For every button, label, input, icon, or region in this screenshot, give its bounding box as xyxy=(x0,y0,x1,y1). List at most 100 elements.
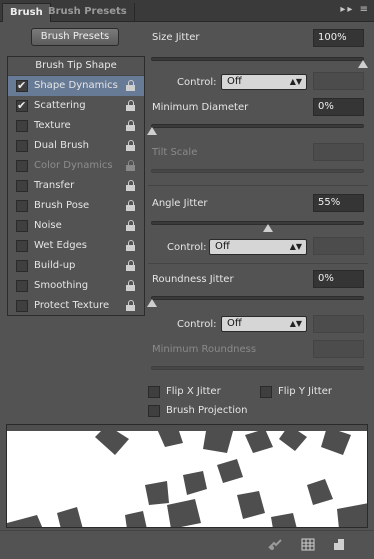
lock-icon xyxy=(126,160,136,172)
wet-edges-label: Wet Edges xyxy=(34,240,87,251)
stroke-preview-graphic xyxy=(7,425,367,527)
noise-label: Noise xyxy=(34,220,62,231)
list-item-dual-brush[interactable]: Dual Brush xyxy=(8,136,144,156)
color-dynamics-label: Color Dynamics xyxy=(34,160,113,171)
transfer-checkbox[interactable] xyxy=(16,180,28,192)
minimum-diameter-value[interactable]: 0% xyxy=(313,98,364,116)
lock-icon[interactable] xyxy=(126,220,136,232)
list-item-protect-texture[interactable]: Protect Texture xyxy=(8,296,144,316)
color-dynamics-checkbox xyxy=(16,160,28,172)
lock-icon[interactable] xyxy=(126,180,136,192)
size-control-label: Control: xyxy=(177,77,217,88)
divider xyxy=(148,263,368,264)
brush-stroke-preview xyxy=(6,424,368,528)
list-item-brush-pose[interactable]: Brush Pose xyxy=(8,196,144,216)
brush-visibility-icon[interactable] xyxy=(268,538,282,551)
roundness-control-label: Control: xyxy=(177,319,217,330)
roundness-jitter-value[interactable]: 0% xyxy=(313,270,364,288)
size-jitter-slider[interactable] xyxy=(151,57,368,68)
panel-menu-icon[interactable]: ≡ xyxy=(360,4,370,15)
minimum-roundness-label: Minimum Roundness xyxy=(152,344,257,355)
list-item-scattering[interactable]: Scattering xyxy=(8,96,144,116)
list-item-smoothing[interactable]: Smoothing xyxy=(8,276,144,296)
minimum-diameter-slider[interactable] xyxy=(147,124,364,135)
build-up-label: Build-up xyxy=(34,260,76,271)
lock-icon[interactable] xyxy=(126,280,136,292)
texture-label: Texture xyxy=(34,120,71,131)
lock-icon[interactable] xyxy=(126,240,136,252)
size-control-value: Off xyxy=(227,76,242,87)
angle-control-extra-field xyxy=(313,237,364,255)
dual-brush-checkbox[interactable] xyxy=(16,140,28,152)
roundness-control-extra-field xyxy=(313,315,364,333)
texture-checkbox[interactable] xyxy=(16,120,28,132)
list-item-shape-dynamics[interactable]: Shape Dynamics xyxy=(8,76,144,96)
shape-dynamics-label: Shape Dynamics xyxy=(34,80,118,91)
scattering-label: Scattering xyxy=(34,100,86,111)
roundness-jitter-slider[interactable] xyxy=(147,296,364,307)
brush-settings-list: Brush Tip Shape Shape Dynamics Scattering… xyxy=(7,56,145,316)
lock-icon[interactable] xyxy=(126,200,136,212)
brush-projection-checkbox[interactable] xyxy=(148,405,160,417)
angle-control-value: Off xyxy=(215,241,230,252)
grid-icon[interactable] xyxy=(301,538,315,551)
new-preset-icon[interactable] xyxy=(332,538,346,551)
transfer-label: Transfer xyxy=(34,180,75,191)
list-item-transfer[interactable]: Transfer xyxy=(8,176,144,196)
build-up-checkbox[interactable] xyxy=(16,260,28,272)
minimum-roundness-slider xyxy=(151,366,364,370)
angle-jitter-slider[interactable] xyxy=(151,221,364,232)
lock-icon[interactable] xyxy=(126,100,136,112)
size-control-extra-field xyxy=(313,72,364,90)
lock-icon[interactable] xyxy=(126,80,136,92)
flip-y-checkbox[interactable] xyxy=(260,386,272,398)
protect-texture-checkbox[interactable] xyxy=(16,300,28,312)
brush-pose-label: Brush Pose xyxy=(34,200,90,211)
size-control-select[interactable]: Off ▲▼ xyxy=(221,74,307,90)
scattering-checkbox[interactable] xyxy=(16,96,28,116)
roundness-control-select[interactable]: Off ▲▼ xyxy=(221,316,307,332)
dual-brush-label: Dual Brush xyxy=(34,140,89,151)
tilt-scale-slider xyxy=(151,169,364,173)
chevron-updown-icon: ▲▼ xyxy=(289,319,302,328)
panel-menu[interactable]: ▸▸ ≡ xyxy=(340,4,370,15)
tab-brush-presets[interactable]: Brush Presets xyxy=(41,3,135,22)
angle-jitter-label: Angle Jitter xyxy=(152,198,208,209)
list-item-texture[interactable]: Texture xyxy=(8,116,144,136)
size-jitter-value[interactable]: 100% xyxy=(313,29,364,47)
double-chevron-right-icon[interactable]: ▸▸ xyxy=(340,4,354,15)
brush-presets-button[interactable]: Brush Presets xyxy=(31,28,119,46)
minimum-diameter-label: Minimum Diameter xyxy=(152,102,249,113)
wet-edges-checkbox[interactable] xyxy=(16,240,28,252)
divider xyxy=(148,185,368,186)
list-item-build-up[interactable]: Build-up xyxy=(8,256,144,276)
angle-control-select[interactable]: Off ▲▼ xyxy=(209,239,307,255)
brush-projection-label: Brush Projection xyxy=(166,405,248,416)
list-item-noise[interactable]: Noise xyxy=(8,216,144,236)
list-item-color-dynamics: Color Dynamics xyxy=(8,156,144,176)
list-item-wet-edges[interactable]: Wet Edges xyxy=(8,236,144,256)
lock-icon[interactable] xyxy=(126,120,136,132)
lock-icon[interactable] xyxy=(126,300,136,312)
smoothing-label: Smoothing xyxy=(34,280,89,291)
brush-pose-checkbox[interactable] xyxy=(16,200,28,212)
roundness-jitter-label: Roundness Jitter xyxy=(152,274,234,285)
flip-y-label: Flip Y Jitter xyxy=(278,386,332,397)
lock-icon[interactable] xyxy=(126,140,136,152)
angle-jitter-value[interactable]: 55% xyxy=(313,194,364,212)
minimum-roundness-value xyxy=(313,340,364,358)
tilt-scale-label: Tilt Scale xyxy=(152,147,198,158)
shape-dynamics-checkbox[interactable] xyxy=(16,76,28,96)
noise-checkbox[interactable] xyxy=(16,220,28,232)
minimum-diameter-slider-thumb[interactable] xyxy=(147,127,157,135)
protect-texture-label: Protect Texture xyxy=(34,300,110,311)
lock-icon[interactable] xyxy=(126,260,136,272)
size-jitter-slider-thumb[interactable] xyxy=(358,60,368,68)
smoothing-checkbox[interactable] xyxy=(16,280,28,292)
roundness-control-value: Off xyxy=(227,318,242,329)
angle-jitter-slider-thumb[interactable] xyxy=(263,224,274,232)
flip-x-label: Flip X Jitter xyxy=(166,386,221,397)
roundness-jitter-slider-thumb[interactable] xyxy=(147,299,157,307)
list-item-brush-tip-shape[interactable]: Brush Tip Shape xyxy=(8,57,144,76)
flip-x-checkbox[interactable] xyxy=(148,386,160,398)
